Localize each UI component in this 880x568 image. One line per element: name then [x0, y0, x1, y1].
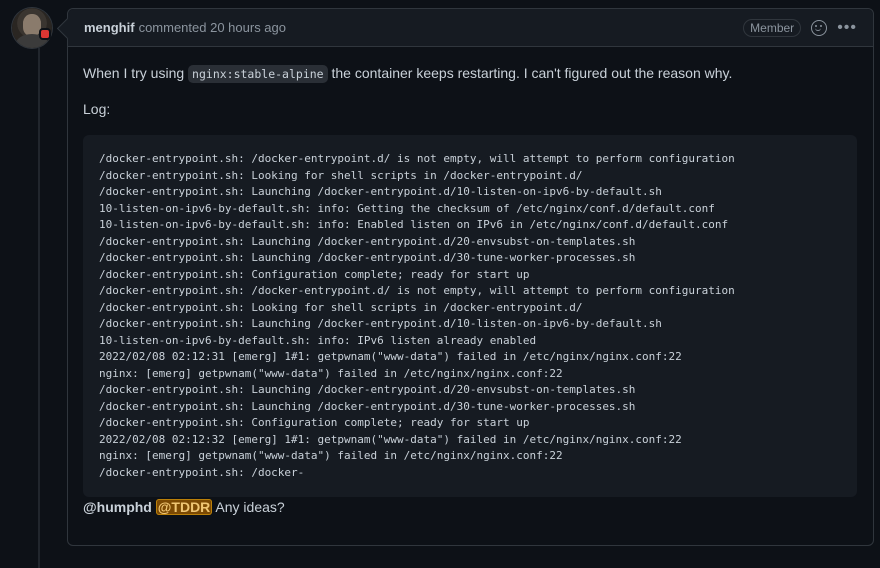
timeline-line — [38, 48, 40, 568]
avatar-face — [23, 14, 41, 36]
comment-action: commented — [138, 20, 207, 35]
log-line: /docker-entrypoint.sh: Launching /docker… — [99, 234, 636, 248]
log-line: /docker-entrypoint.sh: Configuration com… — [99, 416, 530, 429]
more-options-icon[interactable]: ••• — [837, 19, 857, 36]
question-text: Any ideas? — [215, 499, 285, 515]
log-line: /docker-entrypoint.sh: Configuration com… — [99, 267, 530, 281]
log-code-block: /docker-entrypoint.sh: /docker-entrypoin… — [83, 135, 857, 497]
log-line: /docker-entrypoint.sh: Looking for shell… — [99, 168, 583, 182]
log-line: /docker-entrypoint.sh: Launching /docker… — [99, 185, 662, 198]
header-actions: Member ••• — [743, 18, 857, 37]
comment-meta: commented 20 hours ago — [139, 20, 286, 35]
question-paragraph: @humphd @TDDR Any ideas? — [83, 497, 857, 518]
log-line: 10-listen-on-ipv6-by-default.sh: info: I… — [99, 333, 537, 347]
log-line: /docker-entrypoint.sh: Launching /docker… — [99, 399, 636, 413]
log-line: /docker-entrypoint.sh: /docker- — [99, 465, 305, 479]
author-link[interactable]: menghif — [84, 20, 135, 35]
status-badge — [41, 30, 49, 38]
mention-tddr[interactable]: @TDDR — [155, 499, 213, 515]
inline-code-image: nginx:stable-alpine — [188, 65, 328, 83]
log-line: /docker-entrypoint.sh: /docker-entrypoin… — [99, 284, 735, 297]
intro-before: When I try using — [83, 65, 185, 81]
avatar[interactable] — [12, 8, 52, 48]
comment: menghif commented 20 hours ago Member ••… — [67, 8, 874, 546]
log-line: nginx: [emerg] getpwnam("www-data") fail… — [99, 366, 563, 380]
comment-timestamp[interactable]: 20 hours ago — [210, 20, 286, 35]
log-line: 10-listen-on-ipv6-by-default.sh: info: E… — [99, 218, 729, 231]
log-line: /docker-entrypoint.sh: Launching /docker… — [99, 251, 636, 264]
log-line: /docker-entrypoint.sh: /docker-entrypoin… — [99, 152, 735, 165]
log-line: 2022/02/08 02:12:31 [emerg] 1#1: getpwna… — [99, 350, 682, 363]
log-line: /docker-entrypoint.sh: Launching /docker… — [99, 383, 636, 396]
member-badge: Member — [743, 18, 802, 37]
mention-humphd[interactable]: @humphd — [83, 499, 152, 515]
intro-paragraph: When I try using nginx:stable-alpine the… — [83, 63, 857, 84]
comment-header: menghif commented 20 hours ago Member ••… — [68, 9, 873, 47]
comment-body: When I try using nginx:stable-alpine the… — [68, 47, 873, 518]
log-label: Log: — [83, 101, 111, 117]
log-line: 2022/02/08 02:12:32 [emerg] 1#1: getpwna… — [99, 432, 682, 446]
log-line: 10-listen-on-ipv6-by-default.sh: info: G… — [99, 201, 715, 215]
intro-after: the container keeps restarting. I can't … — [331, 65, 733, 81]
log-line: /docker-entrypoint.sh: Looking for shell… — [99, 300, 583, 314]
log-line: /docker-entrypoint.sh: Launching /docker… — [99, 317, 662, 330]
add-reaction-icon[interactable] — [811, 19, 828, 36]
log-line: nginx: [emerg] getpwnam("www-data") fail… — [99, 449, 563, 462]
